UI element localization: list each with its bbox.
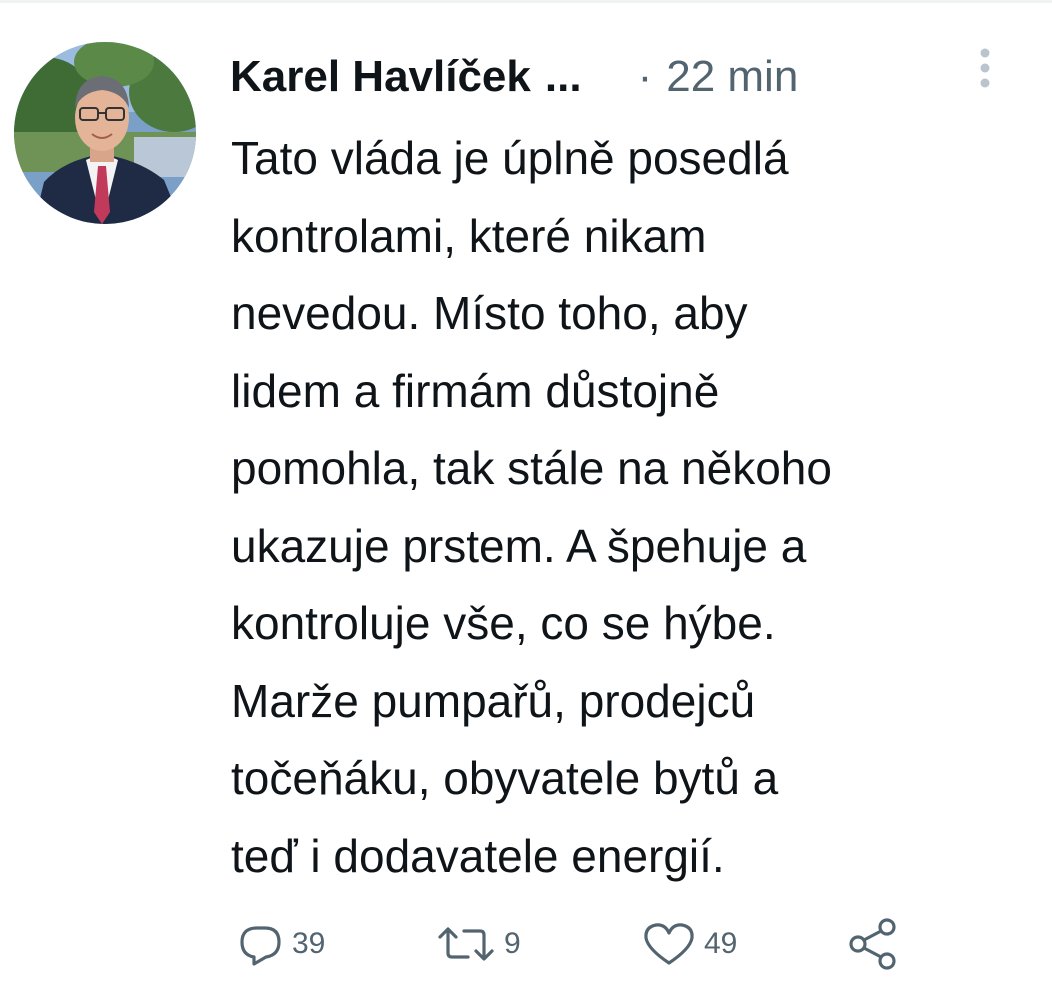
- retweet-icon: [438, 927, 494, 961]
- like-button[interactable]: 49: [640, 912, 737, 976]
- reply-button[interactable]: 39: [236, 912, 325, 976]
- tweet-text-line: Marže pumpařů, prodejců: [231, 674, 756, 727]
- tweet-text-line: točeňáku, obyvatele bytů a: [231, 752, 779, 804]
- retweet-count: 9: [504, 927, 521, 960]
- reply-icon: [240, 926, 281, 966]
- tweet-text-line: Tato vláda je úplně posedlá: [231, 132, 789, 184]
- tweet-text: Tato vláda je úplně posedlá kontrolami, …: [231, 120, 1031, 895]
- heart-icon: [644, 923, 694, 965]
- tweet-header: Karel Havlíček ... · 22 min: [230, 48, 1010, 106]
- name-ellipsis: ...: [544, 52, 582, 101]
- share-button[interactable]: [846, 912, 904, 976]
- avatar-photo: [14, 42, 196, 224]
- more-options-button[interactable]: [972, 44, 998, 94]
- tweet-actions: 39 9 49: [0, 912, 1052, 976]
- like-count: 49: [704, 927, 738, 960]
- retweet-button[interactable]: 9: [434, 912, 521, 976]
- meta-separator: ·: [637, 52, 653, 101]
- author-name[interactable]: Karel Havlíček: [230, 48, 531, 106]
- tweet-text-line: teď i dodavatele energií.: [231, 829, 725, 882]
- tweet-text-line: pomohla, tak stále na někoho: [231, 442, 832, 494]
- more-vertical-icon: [980, 48, 990, 88]
- timestamp[interactable]: 22 min: [666, 48, 798, 106]
- tweet-text-line: kontrolami, které nikam: [231, 209, 707, 262]
- reply-count: 39: [292, 927, 326, 960]
- tweet-text-line: lidem a firmám důstojně: [231, 364, 720, 417]
- tweet-card[interactable]: Karel Havlíček ... · 22 min Tato vláda j…: [0, 0, 1052, 1002]
- share-icon: [849, 918, 896, 970]
- tweet-text-line: nevedou. Místo toho, aby: [231, 287, 748, 339]
- tweet-text-line: kontroluje vše, co se hýbe.: [231, 597, 776, 649]
- tweet-text-line: ukazuje prstem. A špehuje a: [231, 519, 807, 572]
- avatar[interactable]: [14, 42, 196, 224]
